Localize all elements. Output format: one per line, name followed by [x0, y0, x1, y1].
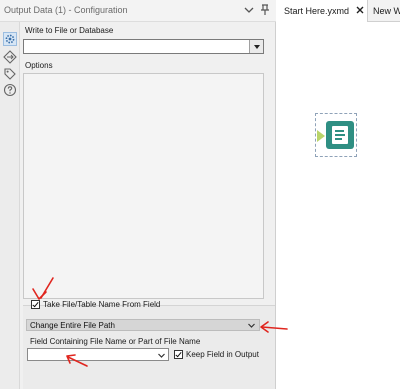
tag-icon[interactable] [3, 67, 17, 81]
panel-title: Output Data (1) - Configuration [4, 5, 128, 15]
keep-field-checkbox[interactable] [174, 350, 183, 359]
configuration-panel: Output Data (1) - Configuration Write to… [0, 0, 276, 389]
field-label: Field Containing File Name or Part of Fi… [30, 337, 201, 346]
tab-label: Start Here.yxmd [284, 6, 350, 16]
output-data-tool[interactable] [315, 113, 357, 157]
pin-icon[interactable] [259, 4, 271, 16]
tab-start-here[interactable]: Start Here.yxmd [277, 0, 368, 22]
config-sidebar [0, 22, 20, 389]
panel-header: Output Data (1) - Configuration [0, 0, 276, 22]
close-icon[interactable] [355, 5, 365, 15]
field-name-combobox[interactable] [27, 348, 169, 361]
config-content: Write to File or Database Options [21, 22, 275, 389]
change-mode-value: Change Entire File Path [30, 321, 115, 330]
keep-field-label: Keep Field in Output [186, 350, 259, 359]
file-name-options-group [23, 305, 275, 389]
connections-icon[interactable] [3, 50, 17, 64]
take-name-label: Take File/Table Name From Field [43, 300, 161, 309]
options-panel [23, 73, 264, 299]
input-anchor[interactable] [317, 130, 325, 142]
chevron-down-icon[interactable] [243, 4, 255, 16]
write-to-combobox[interactable] [23, 39, 264, 54]
workflow-tabs: Start Here.yxmd New W [277, 0, 400, 22]
take-name-checkbox[interactable] [31, 300, 40, 309]
dropdown-arrow-icon[interactable] [249, 40, 263, 53]
change-mode-select[interactable]: Change Entire File Path [26, 319, 260, 331]
tab-label: New W [373, 6, 400, 16]
options-label: Options [25, 61, 53, 70]
chevron-down-icon [247, 321, 256, 330]
workflow-canvas[interactable]: Start Here.yxmd New W [277, 0, 400, 389]
tab-new-workflow[interactable]: New W [369, 0, 400, 22]
chevron-down-icon[interactable] [157, 351, 166, 360]
gear-icon[interactable] [3, 32, 17, 46]
output-data-icon [326, 121, 354, 149]
write-to-label: Write to File or Database [25, 26, 114, 35]
help-icon[interactable] [3, 83, 17, 97]
